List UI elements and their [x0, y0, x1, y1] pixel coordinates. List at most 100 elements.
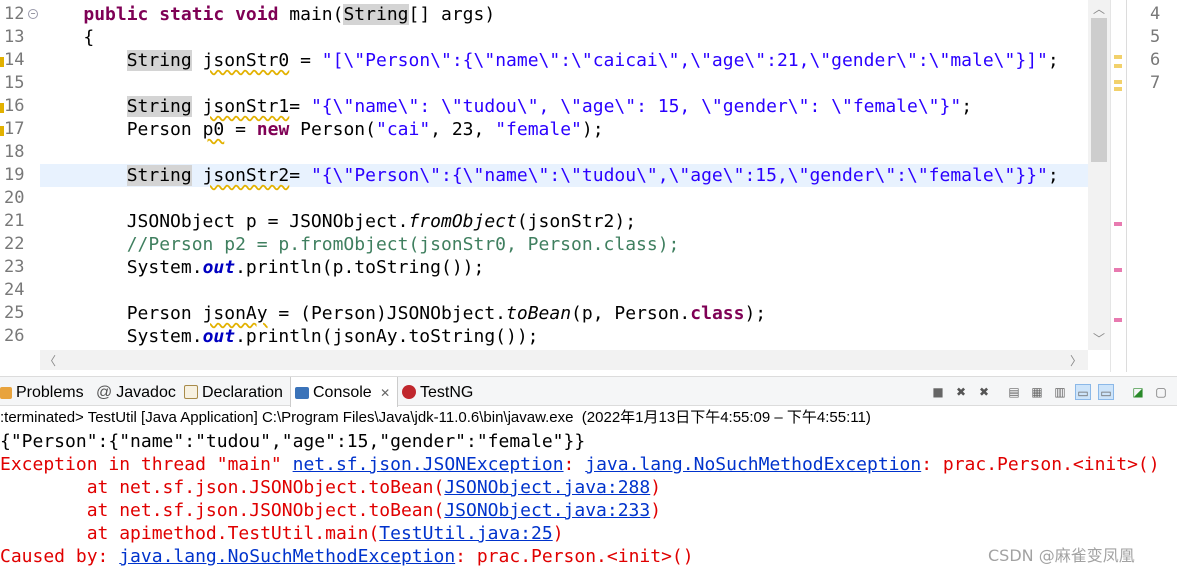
type-name: String — [126, 50, 192, 71]
string-literal: "cai" — [375, 119, 431, 140]
string-literal: "female" — [495, 119, 582, 140]
warning-marker[interactable] — [1114, 80, 1122, 84]
exception-link[interactable]: java.lang.NoSuchMethodException — [585, 454, 921, 475]
fold-collapse-icon[interactable]: − — [28, 9, 38, 19]
side-line-number: 4 — [1150, 4, 1161, 24]
caused-text: : prac.Person.<init>() — [455, 546, 694, 567]
code-token: = — [289, 165, 311, 186]
stack-link[interactable]: JSONObject.java:288 — [444, 477, 650, 498]
code-editor[interactable]: 12 13 14 15 16 17 18 19 20 21 22 23 24 25 26− public s… — [0, 0, 1110, 372]
variable-name: jsonStr0 — [202, 50, 290, 71]
line-number: 17 — [4, 119, 25, 139]
remove-all-terminated-icon[interactable]: ✖ — [976, 384, 992, 400]
exception-text: Exception in thread "main" — [0, 454, 293, 475]
code-line[interactable]: { — [40, 26, 1088, 49]
stack-text: at net.sf.json.JSONObject.toBean( — [0, 500, 445, 521]
tab-testng[interactable]: TestNG — [402, 377, 482, 407]
warning-icon[interactable] — [0, 126, 4, 136]
tab-label: Console — [313, 384, 372, 401]
line-number: 15 — [4, 73, 25, 93]
stack-link[interactable]: JSONObject.java:233 — [444, 500, 650, 521]
scroll-up-arrow-icon[interactable]: ︿ — [1093, 0, 1105, 17]
scroll-right-arrow-icon[interactable]: 〉 — [1070, 352, 1082, 369]
code-line[interactable]: String jsonStr0 = "[\"Person\":{\"name\"… — [40, 49, 1088, 72]
code-token: ); — [744, 303, 767, 324]
remove-launch-icon[interactable]: ✖ — [953, 384, 969, 400]
line-number: 26 — [4, 326, 25, 346]
code-line[interactable]: System.out.println(jsonAy.toString()); — [40, 325, 1088, 348]
line-number: 23 — [4, 257, 25, 277]
watermark: CSDN @麻雀变凤凰 — [988, 546, 1135, 565]
warning-marker[interactable] — [1114, 55, 1122, 59]
occurrence-marker[interactable] — [1114, 268, 1122, 272]
comment: //Person p2 = p.fromObject(jsonStr0, Per… — [40, 234, 680, 255]
exception-text: : — [563, 454, 586, 475]
show-on-stderr-icon[interactable]: ▭ — [1098, 384, 1114, 400]
variable-name: jsonAy — [202, 303, 268, 324]
code-line[interactable]: Person jsonAy = (Person)JSONObject.toBea… — [40, 302, 1088, 325]
tab-problems[interactable]: Problems — [0, 377, 93, 407]
console-icon — [295, 387, 309, 399]
vertical-scrollbar-thumb[interactable] — [1091, 18, 1107, 162]
static-field: out — [202, 257, 236, 278]
code-token: (jsonStr2); — [516, 211, 637, 232]
code-token: (p, Person. — [571, 303, 691, 324]
problems-icon — [0, 387, 12, 399]
code-token: [] args) — [408, 4, 496, 25]
exception-line: Exception in thread "main" net.sf.json.J… — [0, 453, 1177, 476]
code-line[interactable]: Person p0 = new Person("cai", 23, "femal… — [40, 118, 1088, 141]
exception-text: : prac.Person.<init>() — [921, 454, 1160, 475]
scroll-left-arrow-icon[interactable]: 〈 — [44, 352, 56, 369]
code-line[interactable]: //Person p2 = p.fromObject(jsonStr0, Per… — [40, 233, 1088, 256]
line-number: 19 — [4, 165, 25, 185]
code-token: = — [289, 96, 311, 117]
warning-icon[interactable] — [0, 57, 4, 67]
code-line[interactable]: String jsonStr1= "{\"name\": \"tudou\", … — [40, 95, 1088, 118]
horizontal-scrollbar[interactable]: 〈 〉 — [40, 350, 1088, 370]
open-console-icon[interactable]: ▢ — [1153, 384, 1169, 400]
tab-javadoc[interactable]: @ Javadoc — [96, 377, 182, 407]
code-line[interactable]: public static void main(String[] args) — [40, 3, 1088, 26]
scroll-lock-icon[interactable]: ▦ — [1029, 384, 1045, 400]
warning-marker[interactable] — [1114, 64, 1122, 68]
scroll-down-arrow-icon[interactable]: ﹀ — [1093, 330, 1105, 347]
testng-icon — [402, 385, 416, 399]
side-line-number: 6 — [1150, 50, 1161, 70]
line-number: 16 — [4, 96, 25, 116]
method-name: fromObject — [408, 211, 517, 232]
variable-name: jsonStr1 — [202, 96, 290, 117]
line-number: 18 — [4, 142, 25, 162]
terminate-icon[interactable]: ■ — [930, 384, 946, 400]
code-line[interactable]: System.out.println(p.toString()); — [40, 256, 1088, 279]
warning-icon[interactable] — [0, 103, 4, 113]
show-on-stdout-icon[interactable]: ▭ — [1075, 384, 1091, 400]
word-wrap-icon[interactable]: ▥ — [1052, 384, 1068, 400]
code-line[interactable] — [40, 279, 1088, 302]
code-line[interactable] — [40, 187, 1088, 210]
clear-console-icon[interactable]: ▤ — [1006, 384, 1022, 400]
tab-label: Javadoc — [116, 384, 176, 401]
close-icon[interactable]: ✕ — [380, 386, 390, 400]
tab-console[interactable]: Console ✕ — [290, 377, 398, 407]
exception-link[interactable]: net.sf.json.JSONException — [293, 454, 564, 475]
code-line[interactable] — [40, 141, 1088, 164]
tab-label: Declaration — [202, 384, 283, 401]
line-number: 21 — [4, 211, 25, 231]
tab-declaration[interactable]: Declaration — [184, 377, 288, 407]
overview-ruler[interactable] — [1110, 0, 1126, 372]
side-line-number: 7 — [1150, 73, 1161, 93]
occurrence-marker[interactable] — [1114, 318, 1122, 322]
type-name: String — [343, 4, 409, 25]
caused-link[interactable]: java.lang.NoSuchMethodException — [119, 546, 455, 567]
code-token: , 23, — [430, 119, 496, 140]
occurrence-marker[interactable] — [1114, 222, 1122, 226]
pin-console-icon[interactable]: ◪ — [1130, 384, 1146, 400]
warning-marker[interactable] — [1114, 87, 1122, 91]
code-line[interactable]: String jsonStr2= "{\"Person\":{\"name\":… — [40, 164, 1088, 187]
code-line[interactable]: JSONObject p = JSONObject.fromObject(jso… — [40, 210, 1088, 233]
code-area[interactable]: public static void main(String[] args) {… — [40, 0, 1088, 350]
code-line[interactable] — [40, 72, 1088, 95]
stack-link[interactable]: TestUtil.java:25 — [379, 523, 552, 544]
stack-trace-line: at net.sf.json.JSONObject.toBean(JSONObj… — [0, 499, 1177, 522]
